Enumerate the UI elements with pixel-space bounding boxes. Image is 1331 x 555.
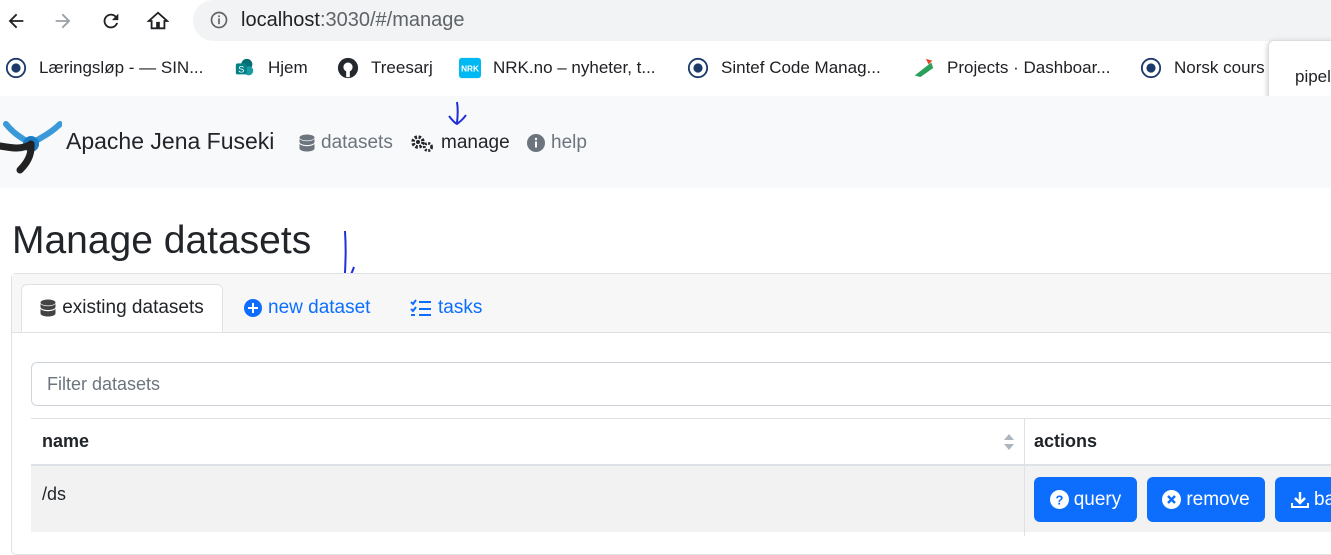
nav-help[interactable]: help [527, 132, 587, 154]
backup-button[interactable]: ba [1275, 477, 1331, 522]
plus-circle-icon [244, 299, 262, 317]
svg-text:S: S [238, 65, 244, 75]
nav-datasets[interactable]: datasets [299, 132, 393, 154]
bookmark-item[interactable]: Treesarj [336, 55, 433, 81]
database-icon [40, 299, 56, 318]
info-icon[interactable] [209, 10, 229, 35]
back-button[interactable] [1, 6, 31, 36]
x-circle-icon [1162, 490, 1182, 509]
tab-tasks[interactable]: tasks [410, 284, 482, 332]
nav-manage[interactable]: manage [410, 132, 510, 154]
reload-icon [103, 13, 119, 29]
dataset-name[interactable]: /ds [42, 484, 66, 505]
brand-title[interactable]: Apache Jena Fuseki [66, 128, 274, 155]
download-icon [1291, 491, 1309, 509]
nrk-icon: NRK [458, 56, 482, 80]
page-title: Manage datasets [12, 219, 312, 262]
remove-button[interactable]: remove [1147, 477, 1265, 522]
url-text[interactable]: localhost:3030/#/manage [241, 9, 465, 32]
filter-datasets-input[interactable] [31, 362, 1331, 406]
database-icon [299, 134, 315, 153]
svg-text:NRK: NRK [461, 65, 479, 74]
forward-button[interactable] [48, 6, 78, 36]
arrow-right-icon [55, 13, 71, 29]
annotation-arrow-icon [446, 100, 470, 133]
info-circle-icon [527, 134, 545, 152]
query-button[interactable]: ? query [1034, 477, 1137, 522]
gitlab-icon [912, 56, 936, 80]
home-button[interactable] [143, 6, 173, 36]
cogs-icon [410, 134, 435, 153]
arrow-left-icon [8, 13, 24, 29]
bookmark-item[interactable]: NRK NRK.no – nyheter, t... [458, 55, 656, 81]
tooltip-text: pipel [1295, 67, 1331, 86]
question-circle-icon: ? [1049, 490, 1069, 509]
column-header-actions: actions [1024, 418, 1331, 466]
sintef-logo-icon [686, 56, 710, 80]
bookmark-item[interactable]: Norsk cours [1139, 55, 1265, 81]
fuseki-logo-icon[interactable] [0, 112, 63, 179]
github-icon [336, 56, 360, 80]
sort-icon[interactable] [1003, 433, 1015, 456]
svg-text:?: ? [1055, 493, 1063, 508]
reload-button[interactable] [96, 6, 126, 36]
bookmark-item[interactable]: S Hjem [233, 55, 308, 81]
sintef-logo-icon [1139, 56, 1163, 80]
table-row: /ds [31, 466, 1024, 532]
home-icon [147, 11, 169, 30]
sintef-logo-icon [4, 56, 28, 80]
sharepoint-icon: S [233, 56, 257, 80]
tab-new-dataset[interactable]: new dataset [244, 284, 370, 332]
bookmark-item[interactable]: Sintef Code Manag... [686, 55, 881, 81]
column-header-name[interactable]: name [31, 418, 1024, 466]
tab-existing-datasets[interactable]: existing datasets [21, 284, 223, 332]
tasks-list-icon [410, 299, 432, 317]
bookmark-item[interactable]: Projects · Dashboar... [912, 55, 1110, 81]
bookmark-item[interactable]: Læringsløp - — SIN... [4, 55, 203, 81]
